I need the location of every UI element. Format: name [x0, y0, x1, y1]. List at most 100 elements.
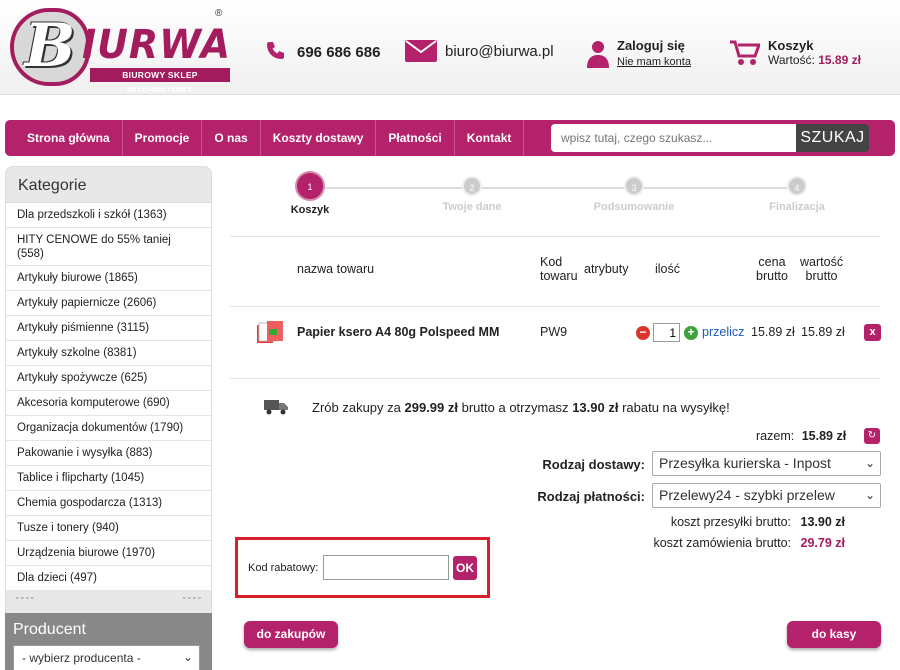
- step-your-data: 2 Twoje dane: [412, 176, 532, 213]
- user-icon: [587, 41, 609, 68]
- nav-item-payments[interactable]: Płatności: [376, 120, 455, 156]
- qty-plus-button[interactable]: +: [684, 326, 698, 340]
- logo-letter: B: [10, 8, 90, 86]
- checkout-steps: 1 Koszyk 2 Twoje dane 3 Podsumowanie 4 F…: [230, 170, 890, 220]
- nav-item-delivery-costs[interactable]: Koszty dostawy: [261, 120, 377, 156]
- recalculate-link[interactable]: przelicz: [702, 325, 744, 339]
- category-item[interactable]: Artykuły biurowe (1865): [6, 266, 211, 291]
- coupon-box: Kod rabatowy: OK: [235, 537, 490, 598]
- category-item[interactable]: Pakowanie i wysyłka (883): [6, 441, 211, 466]
- category-item[interactable]: Organizacja dokumentów (1790): [6, 416, 211, 441]
- logo-word: IURWA: [82, 22, 231, 68]
- order-cost: koszt zamówienia brutto: 29.79 zł: [600, 536, 845, 550]
- header: B IURWA ® BIUROWY SKLEP INTERNETOWY 696 …: [0, 0, 900, 95]
- step-label: Podsumowanie: [593, 201, 675, 213]
- search-button[interactable]: SZUKAJ: [796, 124, 869, 152]
- divider: [230, 306, 880, 307]
- login-link[interactable]: Zaloguj się: [617, 38, 691, 53]
- payment-select[interactable]: Przelewy24 - szybki przelew ⌄: [652, 483, 881, 508]
- category-item[interactable]: Tusze i tonery (940): [6, 516, 211, 541]
- coupon-ok-button[interactable]: OK: [453, 556, 477, 580]
- category-item[interactable]: Tablice i flipcharty (1045): [6, 466, 211, 491]
- product-thumbnail[interactable]: [257, 321, 283, 343]
- divider: [230, 378, 880, 379]
- chevron-down-icon: ⌄: [864, 488, 875, 502]
- coupon-label: Kod rabatowy:: [248, 562, 319, 574]
- sidebar: Kategorie Dla przedszkoli i szkół (1363)…: [5, 166, 212, 670]
- category-item[interactable]: Chemia gospodarcza (1313): [6, 491, 211, 516]
- promo-post: rabatu na wysyłkę!: [622, 400, 730, 415]
- col-header-price: cena brutto: [756, 255, 788, 283]
- promo-pre: Zrób zakupy za: [312, 400, 401, 415]
- category-item[interactable]: Dla przedszkoli i szkół (1363): [6, 203, 211, 228]
- payment-select-value: Przelewy24 - szybki przelew: [659, 487, 835, 503]
- product-name[interactable]: Papier ksero A4 80g Polspeed MM: [297, 325, 499, 339]
- nav-item-contact[interactable]: Kontakt: [455, 120, 525, 156]
- email-contact[interactable]: biuro@biurwa.pl: [405, 40, 554, 62]
- refresh-icon[interactable]: ↻: [864, 428, 880, 444]
- col-header-price-line1: cena: [758, 255, 786, 269]
- order-cost-value: 29.79 zł: [800, 536, 845, 550]
- product-code: PW9: [540, 325, 568, 339]
- step-label: Finalizacja: [769, 201, 825, 213]
- sidebar-footer: ˘˘˘˘ ˘˘˘˘: [5, 591, 212, 613]
- producer-select-value: - wybierz producenta -: [22, 651, 141, 665]
- coupon-input[interactable]: [323, 555, 449, 580]
- shipping-cost-value: 13.90 zł: [800, 515, 845, 529]
- mail-icon: [405, 40, 437, 62]
- quantity-input[interactable]: [653, 323, 680, 342]
- col-header-code: Kod towaru: [540, 255, 578, 283]
- nav-item-about[interactable]: O nas: [202, 120, 261, 156]
- category-item[interactable]: Artykuły piśmienne (3115): [6, 316, 211, 341]
- step-cart: 1 Koszyk: [250, 171, 370, 216]
- logo[interactable]: B IURWA ® BIUROWY SKLEP INTERNETOWY: [10, 8, 230, 94]
- category-item[interactable]: Urządzenia biurowe (1970): [6, 541, 211, 566]
- register-link[interactable]: Nie mam konta: [617, 56, 691, 68]
- line-value: 15.89 zł: [801, 325, 845, 339]
- nav-item-promotions[interactable]: Promocje: [123, 120, 203, 156]
- category-item[interactable]: Artykuły papiernicze (2606): [6, 291, 211, 316]
- producer-box: Producent - wybierz producenta - ⌄: [5, 613, 212, 670]
- category-item[interactable]: Artykuły spożywcze (625): [6, 366, 211, 391]
- phone-icon: [267, 42, 284, 59]
- col-header-value: wartość brutto: [800, 255, 843, 283]
- email-address[interactable]: biuro@biurwa.pl: [445, 43, 554, 60]
- step-number: 3: [624, 176, 644, 196]
- step-number: 1: [295, 171, 325, 201]
- registered-mark: ®: [215, 8, 223, 19]
- step-number: 2: [462, 176, 482, 196]
- cart-value-label: Wartość:: [768, 53, 815, 67]
- producer-select[interactable]: - wybierz producenta - ⌄: [13, 645, 200, 670]
- delivery-select[interactable]: Przesyłka kurierska - Inpost ⌄: [652, 451, 881, 476]
- step-number: 4: [787, 176, 807, 196]
- col-header-name: nazwa towaru: [297, 262, 375, 276]
- wave-decoration: ˘˘˘˘: [183, 596, 203, 606]
- category-item[interactable]: HITY CENOWE do 55% taniej (558): [6, 228, 211, 266]
- order-cost-label: koszt zamówienia brutto:: [653, 536, 792, 550]
- step-finalization: 4 Finalizacja: [737, 176, 857, 213]
- subtotal-label: razem:: [756, 429, 795, 443]
- category-item[interactable]: Dla dzieci (497): [6, 566, 211, 591]
- truck-icon: [264, 400, 288, 415]
- qty-minus-button[interactable]: −: [636, 326, 650, 340]
- col-header-qty: ilość: [655, 262, 681, 276]
- category-list: Dla przedszkoli i szkół (1363) HITY CENO…: [5, 203, 212, 591]
- nav-item-home[interactable]: Strona główna: [5, 120, 123, 156]
- remove-item-button[interactable]: x: [864, 324, 881, 341]
- logo-tagline: BIUROWY SKLEP INTERNETOWY: [90, 68, 230, 94]
- category-item[interactable]: Artykuły szkolne (8381): [6, 341, 211, 366]
- back-to-shopping-button[interactable]: do zakupów: [244, 621, 338, 648]
- cart-summary[interactable]: Koszyk Wartość: 15.89 zł: [730, 38, 861, 68]
- subtotal: razem: 15.89 zł: [756, 429, 846, 443]
- promo-discount: 13.90 zł: [572, 400, 619, 415]
- col-header-attrs: atrybuty: [584, 262, 629, 276]
- checkout-button[interactable]: do kasy: [787, 621, 881, 648]
- chevron-down-icon: ⌄: [864, 456, 875, 470]
- account-box: Zaloguj się Nie mam konta: [587, 38, 691, 70]
- cart-value: 15.89 zł: [818, 53, 861, 67]
- col-header-value-line2: brutto: [805, 269, 838, 283]
- search-input[interactable]: [551, 124, 796, 152]
- category-item[interactable]: Akcesoria komputerowe (690): [6, 391, 211, 416]
- col-header-code-line2: towaru: [540, 269, 578, 283]
- main-nav: Strona główna Promocje O nas Koszty dost…: [5, 120, 895, 156]
